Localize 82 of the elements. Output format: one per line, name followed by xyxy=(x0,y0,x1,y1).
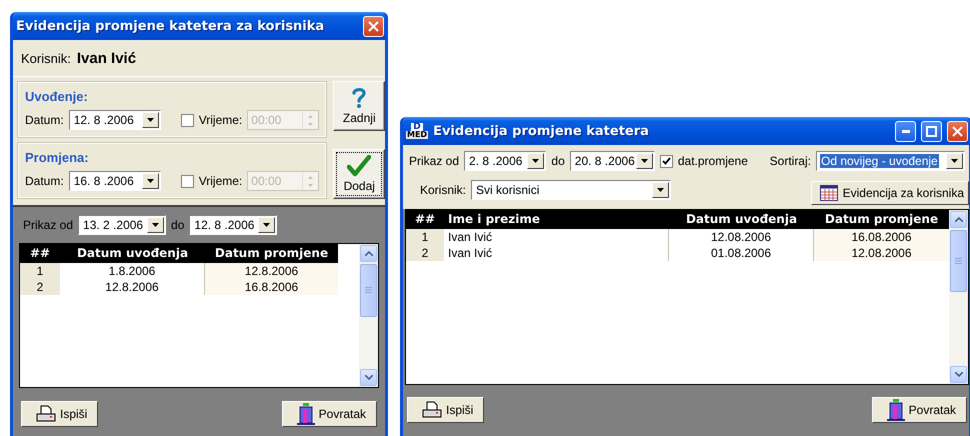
back-button[interactable]: Povratak xyxy=(872,396,967,422)
date-label: Datum: xyxy=(25,174,64,188)
dropdown-arrow-icon xyxy=(152,223,160,227)
date-picker[interactable]: 12. 8 .2006 xyxy=(189,215,278,235)
table-cell: 12.8.2006 xyxy=(205,263,338,279)
table-cell: 2 xyxy=(406,245,444,261)
scrollbar[interactable] xyxy=(949,210,968,384)
table-cell: 1 xyxy=(20,263,60,279)
maximize-button[interactable] xyxy=(921,120,942,142)
dropdown-arrow-icon xyxy=(263,223,270,227)
checkbox[interactable] xyxy=(660,154,673,168)
date-picker[interactable]: 16. 8 .2006 xyxy=(68,171,161,191)
table-cell: 16.08.2006 xyxy=(814,229,949,245)
window-title: Evidencija promjene katetera za korisnika xyxy=(16,18,326,34)
date-picker[interactable]: 13. 2 .2006 xyxy=(78,215,166,235)
scroll-grip-icon xyxy=(365,287,372,294)
user-label: Korisnik: xyxy=(21,50,71,66)
dropdown-arrow-icon xyxy=(640,159,648,163)
checkmark-icon xyxy=(347,155,372,177)
column-header[interactable]: Datum uvođenja xyxy=(669,210,814,229)
date-picker[interactable]: 12. 8 .2006 xyxy=(68,110,161,130)
sort-label: Sortiraj: xyxy=(770,154,811,168)
close-icon xyxy=(368,20,379,32)
printer-icon xyxy=(36,405,56,423)
scroll-grip-icon xyxy=(955,258,962,264)
user-records-button[interactable]: Evidencija za korisnika xyxy=(810,181,969,205)
door-exit-icon xyxy=(886,398,905,420)
scrollbar[interactable] xyxy=(359,244,378,387)
close-icon xyxy=(952,126,963,136)
sort-select[interactable]: Od novijeg - uvođenje xyxy=(816,151,965,171)
date-label: Datum: xyxy=(25,113,64,127)
scroll-up-icon xyxy=(954,217,962,222)
question-mark-icon xyxy=(351,87,368,109)
app-logo: D MED xyxy=(406,123,428,139)
last-button[interactable]: Zadnji xyxy=(333,81,385,131)
group-title: Promjena: xyxy=(25,150,90,165)
dropdown-arrow-icon xyxy=(657,188,664,192)
dropdown-arrow-icon xyxy=(146,179,154,183)
time-label: Vrijeme: xyxy=(198,113,242,127)
back-button[interactable]: Povratak xyxy=(282,401,377,427)
dropdown-arrow-icon xyxy=(532,159,540,163)
column-header[interactable]: Ime i prezime xyxy=(444,210,669,229)
column-header[interactable]: Datum uvođenja xyxy=(60,244,205,263)
range-to-label: do xyxy=(171,218,184,232)
range-to-label: do xyxy=(551,154,565,168)
group-title: Uvođenje: xyxy=(25,89,89,104)
window-title: Evidencija promjene katetera xyxy=(433,124,650,138)
printer-icon xyxy=(422,400,442,418)
close-button[interactable] xyxy=(363,16,384,36)
column-header[interactable]: ## xyxy=(406,210,444,229)
print-button[interactable]: Ispiši xyxy=(407,396,484,422)
checkbox[interactable] xyxy=(180,174,194,188)
print-button[interactable]: Ispiši xyxy=(21,401,98,427)
scroll-down-icon xyxy=(364,375,372,380)
column-header[interactable]: Datum promjene xyxy=(205,244,338,263)
time-label: Vrijeme: xyxy=(198,174,242,188)
table-cell: 1 xyxy=(406,229,444,245)
user-select[interactable]: Svi korisnici xyxy=(471,180,672,200)
range-from-label: Prikaz od xyxy=(23,218,74,232)
minimize-button[interactable] xyxy=(895,120,916,142)
range-from-label: Prikaz od xyxy=(409,154,460,168)
checkbox-label: dat.promjene xyxy=(678,154,748,168)
user-name: Ivan Ivić xyxy=(76,50,136,66)
date-picker[interactable]: 2. 8 .2006 xyxy=(464,151,546,171)
date-picker[interactable]: 20. 8 .2006 xyxy=(570,151,655,171)
table-cell: 16.8.2006 xyxy=(205,279,338,295)
column-header[interactable]: ## xyxy=(20,244,60,263)
scroll-up-icon xyxy=(364,251,372,256)
scroll-down-icon xyxy=(954,372,962,377)
dropdown-arrow-icon xyxy=(146,118,154,122)
user-filter-label: Korisnik: xyxy=(420,183,466,197)
column-header[interactable]: Datum promjene xyxy=(814,210,949,229)
minimize-icon xyxy=(902,130,910,132)
add-button[interactable]: Dodaj xyxy=(333,149,385,199)
dropdown-arrow-icon xyxy=(951,159,958,163)
table-cell: 12.08.2006 xyxy=(814,245,949,261)
calendar-icon xyxy=(820,185,838,201)
close-button[interactable] xyxy=(947,120,968,142)
door-exit-icon xyxy=(296,403,315,425)
maximize-icon xyxy=(926,126,937,136)
table-cell: 2 xyxy=(20,279,60,295)
checkbox[interactable] xyxy=(180,114,194,126)
